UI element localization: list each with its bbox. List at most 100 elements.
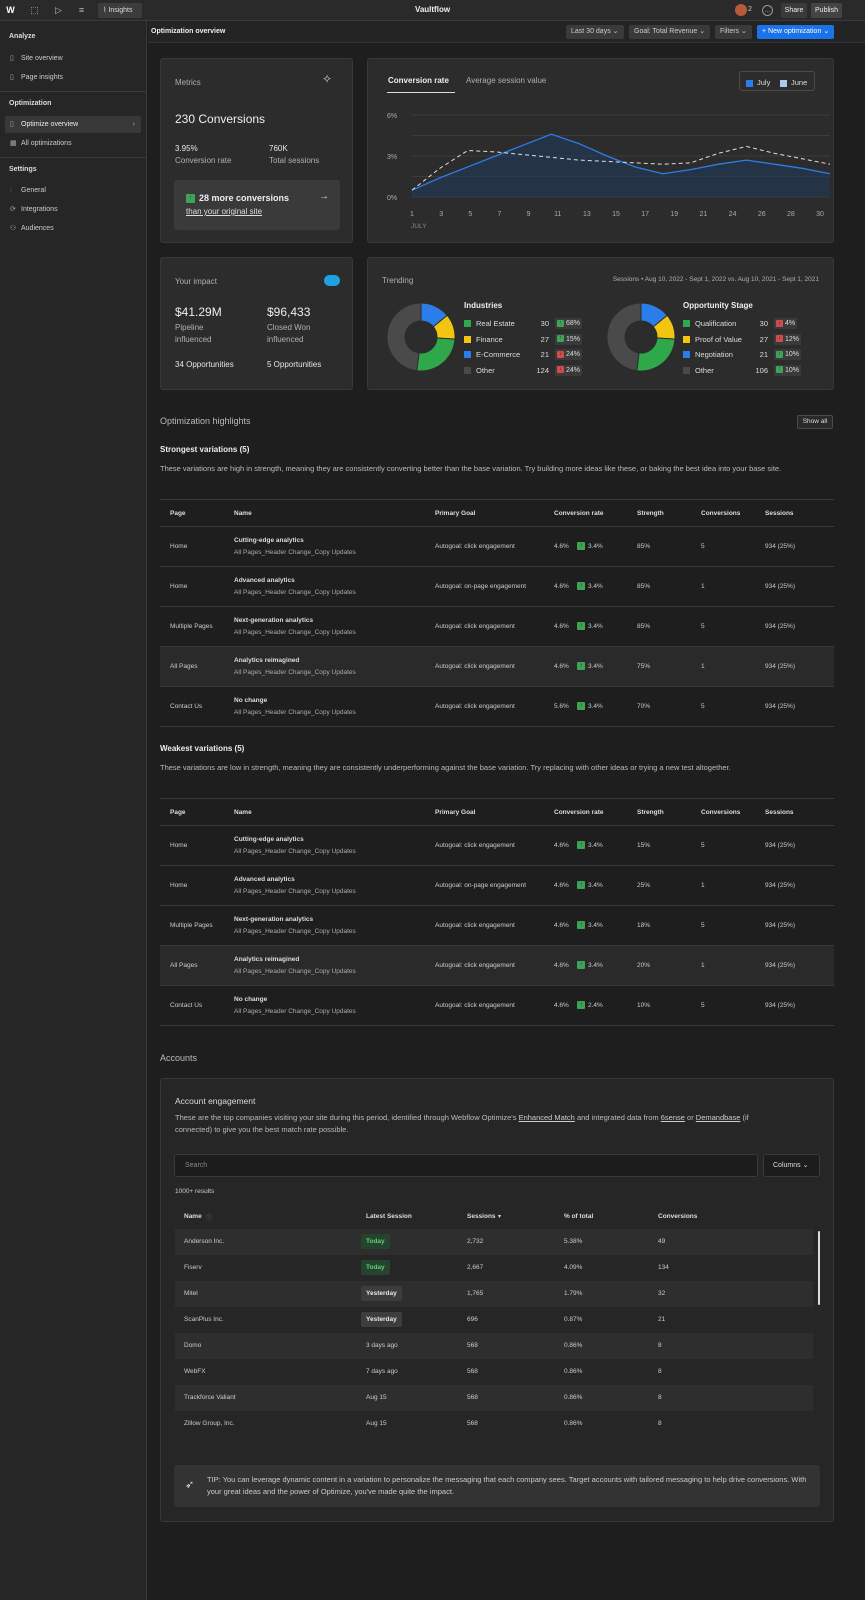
table-row[interactable]: ScanPlus Inc. Yesterday 696 0.87% 21 <box>175 1307 813 1333</box>
column-header[interactable]: Page <box>170 510 186 517</box>
table-row[interactable]: Multiple Pages Next-generation analytics A… <box>160 906 834 946</box>
show-all-button[interactable]: Show all <box>797 415 833 429</box>
conversion-rate-cell: 4.6% <box>554 623 569 630</box>
scrollbar[interactable] <box>818 1231 820 1305</box>
line-chart: 6%3%0%1 3 5 7 9 11 13 15 17 19 21 24 26 28 30JULY <box>387 113 831 230</box>
legend-july[interactable]: July <box>746 78 770 87</box>
sidebar-item-site-overview[interactable]: ▯ Site overview <box>5 50 141 67</box>
variation-name: Advanced analytics <box>234 876 295 883</box>
column-header[interactable]: Strength <box>637 510 664 517</box>
column-header[interactable]: Name <box>234 510 252 517</box>
arrow-up-icon: ↑ <box>577 622 585 630</box>
sidebar-item-label: General <box>21 187 46 194</box>
goal-select[interactable]: Goal: Total Revenue ⌄ <box>629 25 711 39</box>
column-header[interactable]: Sessions <box>765 809 794 816</box>
column-header[interactable]: % of total <box>564 1213 593 1220</box>
legend-label: Other <box>695 365 714 375</box>
tab-conversion-rate[interactable]: Conversion rate <box>388 76 449 85</box>
legend-row: Other 106 ↑ 10% <box>683 364 805 377</box>
conversion-rate-label: Conversion rate <box>175 156 232 165</box>
primary-goal-cell: Autogoal: click engagement <box>435 663 515 670</box>
column-header[interactable]: Name <box>234 809 252 816</box>
divider <box>0 157 147 158</box>
column-header[interactable]: Page <box>170 809 186 816</box>
column-header[interactable]: Conversions <box>658 1213 697 1220</box>
table-row[interactable]: All Pages Analytics reimagined All Pages_H… <box>160 946 834 986</box>
new-optimization-button[interactable]: + New optimization ⌄ <box>757 25 835 39</box>
more-conversions-link[interactable]: ↑ 28 more conversions than your original… <box>174 180 340 230</box>
conversion-rate-cell: 4.6% <box>554 663 569 670</box>
column-header[interactable]: Primary Goal <box>435 809 475 816</box>
column-header[interactable]: Name <box>184 1213 202 1220</box>
demandbase-link[interactable]: Demandbase <box>696 1113 741 1122</box>
column-header[interactable]: Conversion rate <box>554 510 604 517</box>
delta-cell: 3.4% <box>588 543 603 550</box>
column-header[interactable]: Strength <box>637 809 664 816</box>
column-header[interactable]: Sessions <box>467 1213 496 1220</box>
sort-desc-icon[interactable]: ▾ <box>498 1213 501 1220</box>
filters-button[interactable]: Filters ⌄ <box>715 25 752 39</box>
columns-button[interactable]: Columns ⌄ <box>763 1154 820 1177</box>
table-row[interactable]: Home Advanced analytics All Pages_Header C… <box>160 866 834 906</box>
search-input[interactable]: Search <box>174 1154 758 1177</box>
column-header[interactable]: Latest Session <box>366 1213 412 1220</box>
column-header[interactable]: Conversion rate <box>554 809 604 816</box>
table-row[interactable]: All Pages Analytics reimagined All Pages_H… <box>160 647 834 687</box>
trend-percent: 10% <box>785 366 800 374</box>
sidebar-item-general[interactable]: ⫶ General <box>5 182 141 199</box>
6sense-link[interactable]: 6sense <box>661 1113 685 1122</box>
trend-percent: 12% <box>785 335 800 343</box>
table-row[interactable]: Anderson Inc. Today 2,732 5.38% 49 <box>175 1229 813 1255</box>
sessions-cell: 934 (25%) <box>765 543 795 550</box>
x-tick-label: 9 <box>527 211 531 218</box>
column-header[interactable]: Primary Goal <box>435 510 475 517</box>
chart-legend: July June <box>739 71 815 91</box>
sidebar-item-audiences[interactable]: ⚇ Audiences <box>5 220 141 237</box>
column-header[interactable]: Conversions <box>701 809 740 816</box>
strongest-table: Page Name Primary Goal Conversion rate Stren… <box>160 499 834 727</box>
column-header[interactable]: Sessions <box>765 510 794 517</box>
table-row[interactable]: Fiserv Today 2,667 4.09% 134 <box>175 1255 813 1281</box>
strength-cell: 25% <box>637 882 651 889</box>
sidebar-item-page-insights[interactable]: ▯ Page insights <box>5 69 141 86</box>
sidebar-item-integrations[interactable]: ⟳ Integrations <box>5 201 141 218</box>
share-button[interactable]: Share <box>781 3 807 18</box>
highlights-title: Optimization highlights <box>160 416 251 426</box>
enhanced-match-link[interactable]: Enhanced Match <box>519 1113 575 1122</box>
publish-button[interactable]: Publish <box>811 3 842 18</box>
table-row[interactable]: WebFX 7 days ago 568 0.86% 8 <box>175 1359 813 1385</box>
account-name: Mitel <box>184 1290 198 1297</box>
conversions-cell: 8 <box>658 1394 662 1401</box>
legend-june[interactable]: June <box>780 78 807 87</box>
column-header[interactable]: Conversions <box>701 510 740 517</box>
table-row[interactable]: Mitel Yesterday 1,765 1.79% 32 <box>175 1281 813 1307</box>
variation-path: All Pages_Header Change_Copy Updates <box>234 928 356 935</box>
table-row[interactable]: Home Cutting-edge analytics All Pages_Head… <box>160 527 834 567</box>
table-row[interactable]: Contact Us No change All Pages_Header Chan… <box>160 687 834 727</box>
arrow-right-icon: → <box>319 191 329 202</box>
tab-average-session-value[interactable]: Average session value <box>466 76 546 85</box>
sidebar: Analyze ▯ Site overview ▯ Page insights Op… <box>0 21 147 1600</box>
trend-percent: 10% <box>785 351 800 358</box>
closed-won-label: Closed Won <box>267 323 311 332</box>
conversions-cell: 8 <box>658 1342 662 1349</box>
conversions-cell: 5 <box>701 1002 705 1009</box>
date-range-select[interactable]: Last 30 days ⌄ <box>566 25 624 39</box>
table-row[interactable]: Zillow Group, Inc. Aug 15 568 0.86% 8 <box>175 1411 813 1437</box>
table-row[interactable]: Home Advanced analytics All Pages_Header C… <box>160 567 834 607</box>
table-row[interactable]: Multiple Pages Next-generation analytics A… <box>160 607 834 647</box>
legend-count: 106 <box>755 365 768 375</box>
table-row[interactable]: Contact Us No change All Pages_Header Chan… <box>160 986 834 1026</box>
table-row[interactable]: Trackforce Valiant Aug 15 568 0.86% 8 <box>175 1385 813 1411</box>
table-row[interactable]: Home Cutting-edge analytics All Pages_Head… <box>160 826 834 866</box>
sidebar-item-all-optimizations[interactable]: ▦ All optimizations <box>5 135 141 152</box>
table-row[interactable]: Domo 3 days ago 568 0.86% 8 <box>175 1333 813 1359</box>
avatar[interactable] <box>735 4 747 16</box>
account-name: Zillow Group, Inc. <box>184 1420 235 1427</box>
sidebar-item-optimize-overview[interactable]: ▯ Optimize overview › <box>5 116 141 133</box>
comment-icon[interactable]: … <box>762 5 773 16</box>
tip-text: TIP: You can leverage dynamic content in… <box>207 1475 807 1496</box>
sessions-cell: 696 <box>467 1316 478 1323</box>
arrow-up-icon: ↑ <box>577 961 585 969</box>
variation-name: Advanced analytics <box>234 577 295 584</box>
